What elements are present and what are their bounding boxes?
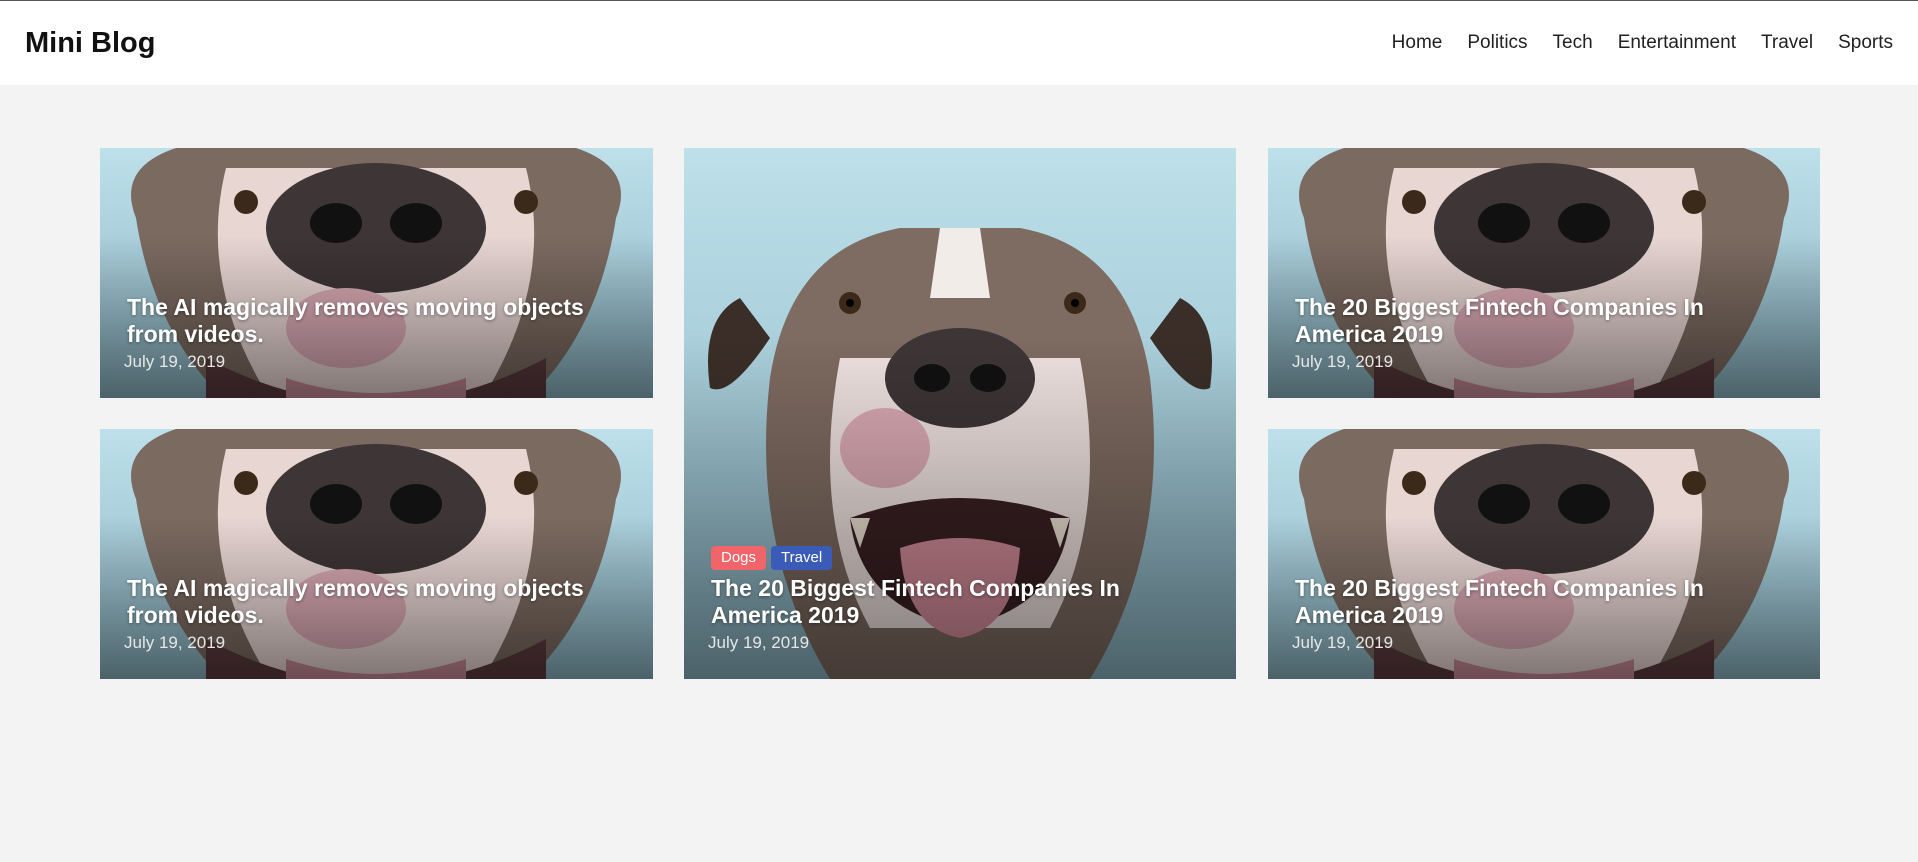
main-nav: Home Politics Tech Entertainment Travel … bbox=[1392, 32, 1893, 54]
post-grid: The AI magically removes moving objects … bbox=[100, 148, 1820, 679]
site-header: Mini Blog Home Politics Tech Entertainme… bbox=[0, 1, 1918, 85]
post-date: July 19, 2019 bbox=[124, 352, 226, 371]
post-date: July 19, 2019 bbox=[1292, 633, 1394, 652]
nav-sports[interactable]: Sports bbox=[1838, 32, 1893, 54]
post-card[interactable]: The AI magically removes moving objects … bbox=[100, 148, 653, 398]
nav-travel[interactable]: Travel bbox=[1761, 32, 1813, 54]
post-title[interactable]: The 20 Biggest Fintech Companies In Amer… bbox=[1295, 294, 1796, 348]
tag-dogs[interactable]: Dogs bbox=[711, 546, 767, 570]
nav-tech[interactable]: Tech bbox=[1553, 32, 1593, 54]
nav-entertainment[interactable]: Entertainment bbox=[1618, 32, 1736, 54]
card-content: Dogs Travel The 20 Biggest Fintech Compa… bbox=[708, 546, 1212, 653]
tag-list: Dogs Travel bbox=[711, 546, 1212, 570]
site-brand[interactable]: Mini Blog bbox=[25, 27, 155, 60]
post-date: July 19, 2019 bbox=[124, 633, 226, 652]
post-card[interactable]: The AI magically removes moving objects … bbox=[100, 429, 653, 679]
nav-politics[interactable]: Politics bbox=[1467, 32, 1527, 54]
post-date: July 19, 2019 bbox=[1292, 352, 1394, 371]
post-title[interactable]: The AI magically removes moving objects … bbox=[127, 294, 629, 348]
nav-home[interactable]: Home bbox=[1392, 32, 1443, 54]
post-card[interactable]: The 20 Biggest Fintech Companies In Amer… bbox=[1268, 148, 1820, 398]
card-content: The 20 Biggest Fintech Companies In Amer… bbox=[1292, 294, 1796, 372]
tag-travel[interactable]: Travel bbox=[771, 546, 833, 570]
card-content: The AI magically removes moving objects … bbox=[124, 575, 629, 653]
card-content: The 20 Biggest Fintech Companies In Amer… bbox=[1292, 575, 1796, 653]
featured-post-card[interactable]: Dogs Travel The 20 Biggest Fintech Compa… bbox=[684, 148, 1236, 679]
post-title[interactable]: The 20 Biggest Fintech Companies In Amer… bbox=[1295, 575, 1796, 629]
post-card[interactable]: The 20 Biggest Fintech Companies In Amer… bbox=[1268, 429, 1820, 679]
post-date: July 19, 2019 bbox=[708, 633, 810, 652]
post-title[interactable]: The AI magically removes moving objects … bbox=[127, 575, 629, 629]
post-title[interactable]: The 20 Biggest Fintech Companies In Amer… bbox=[711, 575, 1212, 629]
card-content: The AI magically removes moving objects … bbox=[124, 294, 629, 372]
